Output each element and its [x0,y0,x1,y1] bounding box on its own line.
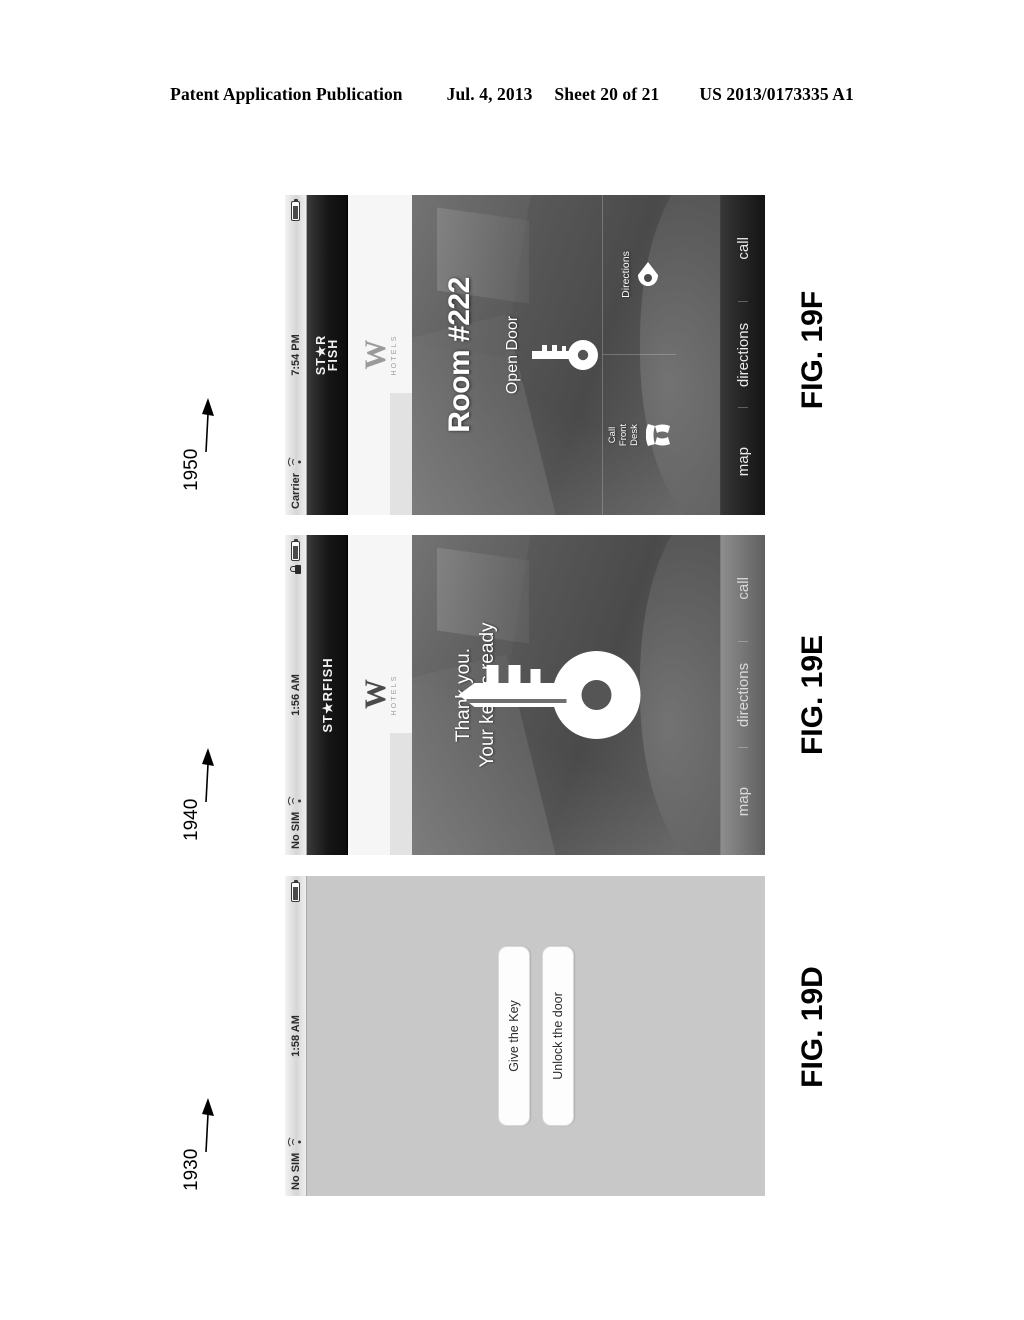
tab-call[interactable]: call [735,535,752,642]
brand-logo-starfish: ST★R FISH [314,335,341,375]
room-number-title: Room #222 [442,277,476,433]
tab-map[interactable]: map [735,748,752,855]
leader-line-1950 [196,396,226,454]
hotel-logo-sub: HOTELS [391,674,398,716]
tab-bar-19f: map directions call [720,195,765,515]
lock-icon [290,565,301,574]
reference-numeral-1950: 1950 [181,448,202,491]
key-graphic [456,643,651,747]
tab-directions[interactable]: directions [735,302,752,409]
battery-icon [291,541,300,561]
figure-label-19f: FIG. 19F [796,290,829,410]
open-door-label: Open Door [504,315,522,395]
room-photo-background-19f: Room #222 Open Door Call Front Desk Dire… [412,195,720,515]
hotel-logo-mark: W [359,681,392,709]
tab-bar-19e: map directions call [720,535,765,855]
leader-line-1940 [196,746,226,804]
tab-call[interactable]: call [735,195,752,302]
reference-numeral-1930: 1930 [181,1148,202,1191]
reference-numeral-1940: 1940 [181,798,202,841]
location-pin-icon [638,262,659,287]
key-icon [532,340,599,370]
figure-label-19e: FIG. 19E [796,634,829,756]
call-front-desk-label: Call Front Desk [607,424,641,446]
room-photo-background-19e: Thank you. Your key is ready [412,535,720,855]
plain-screen-19d: Give the Key Unlock the door [307,876,765,1196]
hotel-logo-strip-19f: W HOTELS [348,195,412,515]
action-grid-19f: Open Door Call Front Desk Directions [504,195,676,515]
tab-map[interactable]: map [735,408,752,515]
directions-button[interactable]: Directions [603,195,676,355]
app-navbar-19f: ST★R FISH [307,195,348,515]
photo-bed-shape [639,535,720,855]
battery-icon [291,882,300,902]
status-bar-19d: No SIM 1:58 AM [285,876,307,1196]
figure-label-19d: FIG. 19D [796,966,829,1088]
app-navbar-19e: ST★RFISH [307,535,348,855]
status-bar-19e: No SIM 1:56 AM [285,535,307,855]
give-the-key-button[interactable]: Give the Key [498,946,530,1126]
status-bar-19f: Carrier 7:54 PM [285,195,307,515]
phone-handset-icon [645,424,670,446]
brand-logo-starfish: ST★RFISH [319,657,335,733]
directions-label: Directions [620,251,633,298]
hotel-logo-sub: HOTELS [391,334,398,376]
hotel-logo-mark: W [359,340,392,370]
phone-mock-19e: No SIM 1:56 AM ST★RFISH W HOTELS Thank y… [285,535,765,855]
drawing-sheet: Carrier 7:54 PM ST★R FISH W HOTELS Room … [0,0,1024,1320]
unlock-the-door-button[interactable]: Unlock the door [542,946,574,1126]
leader-line-1930 [196,1096,226,1154]
phone-mock-19f: Carrier 7:54 PM ST★R FISH W HOTELS Room … [285,195,765,515]
phone-mock-19d: No SIM 1:58 AM Give the Key Unlock the d… [285,876,765,1196]
tab-directions[interactable]: directions [735,642,752,749]
brand-line-2: FISH [326,338,340,372]
call-front-desk-label-line3: Desk [628,424,640,446]
battery-icon [291,201,300,221]
call-front-desk-button[interactable]: Call Front Desk [603,355,676,515]
hotel-logo-strip-19e: W HOTELS [348,535,412,855]
key-icon [458,651,641,739]
open-door-button[interactable]: Open Door [504,195,604,515]
